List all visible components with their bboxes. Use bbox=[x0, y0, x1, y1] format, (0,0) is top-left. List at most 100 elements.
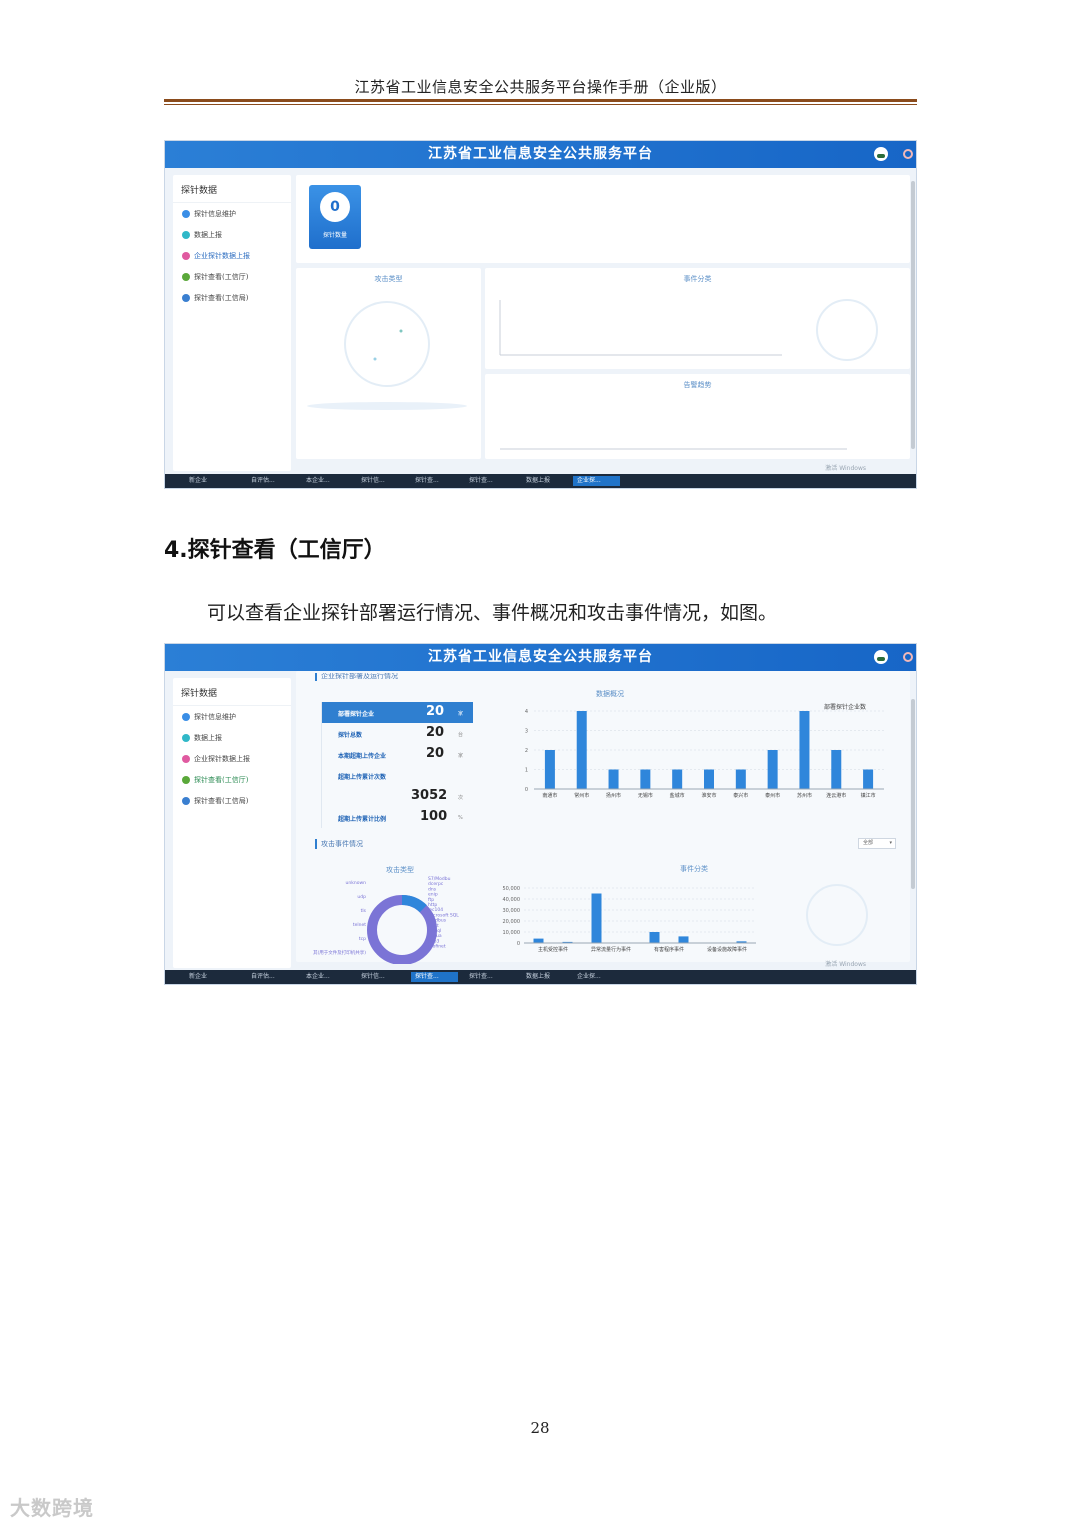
x-tick-label: 泰州市 bbox=[765, 792, 780, 799]
windows-activation-watermark: 激活 Windows bbox=[825, 961, 866, 968]
scrollbar[interactable] bbox=[911, 181, 915, 449]
sidebar-item-probe-info[interactable]: 探针信息维护 bbox=[173, 203, 291, 224]
slice-label: pop3 bbox=[428, 938, 439, 944]
taskbar-item[interactable]: 探针信... bbox=[357, 972, 407, 982]
filter-dropdown[interactable]: 全部 ▾ bbox=[858, 838, 896, 849]
taskbar-item[interactable]: 探针查... bbox=[411, 476, 461, 486]
stat-row: 超期上传累计比例 100% bbox=[338, 809, 463, 824]
event-category-bar-chart: 0 10,000 20,000 30,000 40,000 50,000 主机受控事件 异常流… bbox=[503, 886, 756, 953]
probe-stats-table: 部署探针企业 20 家 探针总数 20 台 本期超期上传企业 20 家 超期上传累计次数 3… bbox=[321, 702, 473, 828]
power-icon[interactable] bbox=[903, 149, 913, 159]
slice-label: dns bbox=[428, 886, 437, 892]
bar bbox=[649, 932, 660, 943]
stat-row: 部署探针企业 20 家 bbox=[322, 702, 473, 723]
power-icon[interactable] bbox=[903, 652, 913, 662]
attack-type-donut-chart: S7/Modbudcerpcdnsenipftphttpiec104Micros… bbox=[313, 876, 459, 964]
bar bbox=[608, 769, 619, 789]
slice-label: mssql bbox=[428, 928, 441, 934]
circle-icon bbox=[182, 796, 190, 805]
x-tick-label: 镇江市 bbox=[861, 792, 876, 799]
sidebar-item-data-report[interactable]: 数据上报 bbox=[173, 727, 291, 748]
circle-icon bbox=[182, 272, 190, 281]
circle-icon bbox=[182, 754, 190, 763]
header-rule-thick bbox=[164, 99, 917, 102]
body-paragraph: 可以查看企业探针部署运行情况、事件概况和攻击事件情况，如图。 bbox=[207, 602, 778, 624]
sidebar-item-probe-view-dept[interactable]: 探针查看(工信厅) bbox=[173, 769, 291, 790]
slice-label: 其(用于文件及打印机共享) bbox=[313, 949, 366, 956]
stat-row: 探针总数 20 台 bbox=[338, 725, 464, 740]
y-tick-label: 0 bbox=[525, 787, 528, 793]
circle-icon bbox=[182, 230, 190, 239]
stat-row: 3052 次 bbox=[411, 788, 464, 803]
slice-label: Microsoft SQL bbox=[428, 912, 459, 918]
user-icon[interactable] bbox=[874, 650, 888, 664]
taskbar-item-active[interactable]: 企业探... bbox=[573, 476, 620, 486]
section-heading: 4.探针查看（工信厅） bbox=[164, 538, 386, 563]
bar bbox=[863, 769, 874, 789]
sidebar-item-probe-info[interactable]: 探针信息维护 bbox=[173, 706, 291, 727]
taskbar-item[interactable]: 数据上报 bbox=[522, 972, 572, 982]
chevron-down-icon: ▾ bbox=[889, 840, 892, 846]
section-title-probe-deployment: 企业探针部署及运行情况 bbox=[315, 673, 398, 681]
sidebar-item-enterprise-probe-report[interactable]: 企业探针数据上报 bbox=[173, 245, 291, 266]
bar bbox=[735, 769, 746, 789]
probe-count-badge: 0 bbox=[320, 192, 350, 222]
scrollbar[interactable] bbox=[911, 699, 915, 889]
slice-label: profinet bbox=[428, 944, 446, 950]
app-titlebar: 江苏省工业信息安全公共服务平台 bbox=[165, 141, 916, 168]
x-tick-label: 淮安市 bbox=[701, 792, 716, 799]
sidebar-title: 探针数据 bbox=[173, 175, 291, 203]
sidebar-item-enterprise-probe-report[interactable]: 企业探针数据上报 bbox=[173, 748, 291, 769]
sidebar-item-probe-view-bureau[interactable]: 探针查看(工信局) bbox=[173, 790, 291, 811]
sidebar: 探针数据 探针信息维护 数据上报 企业探针数据上报 探针查看(工信厅) 探针查看… bbox=[173, 175, 291, 471]
taskbar-item[interactable]: 自评估... bbox=[247, 476, 297, 486]
event-category-panel: 事件分类 bbox=[485, 268, 910, 369]
stat-row: 超期上传累计次数 bbox=[338, 774, 387, 781]
x-tick-label: 常州市 bbox=[574, 792, 589, 799]
panel-title-event-category: 事件分类 bbox=[680, 865, 708, 873]
y-tick-label: 10,000 bbox=[503, 930, 521, 936]
taskbar-start[interactable]: 新企业 bbox=[189, 476, 207, 486]
slice-label: enip bbox=[428, 892, 438, 898]
x-tick-label: 南通市 bbox=[542, 792, 557, 799]
x-tick-label: 有害程序事件 bbox=[654, 946, 684, 953]
slice-label: unknown bbox=[346, 880, 367, 886]
corner-watermark-logo: 大数跨境 bbox=[10, 1496, 94, 1520]
taskbar-item[interactable]: 自评估... bbox=[247, 972, 297, 982]
circle-icon bbox=[182, 775, 190, 784]
x-tick-label: 盐城市 bbox=[670, 792, 685, 799]
taskbar-item[interactable]: 探针查... bbox=[465, 972, 515, 982]
user-icon[interactable] bbox=[874, 147, 888, 161]
probe-count-card[interactable]: 0 探针数量 bbox=[309, 185, 361, 249]
bar bbox=[544, 750, 555, 789]
probe-count-label: 探针数量 bbox=[322, 232, 347, 239]
section-title-attack-events: 攻击事件情况 bbox=[315, 839, 363, 849]
bar bbox=[831, 750, 842, 789]
sidebar-item-probe-view-dept[interactable]: 探针查看(工信厅) bbox=[173, 266, 291, 287]
taskbar-item[interactable]: 本企业... bbox=[302, 972, 352, 982]
taskbar-item[interactable]: 本企业... bbox=[302, 476, 352, 486]
app-titlebar: 江苏省工业信息安全公共服务平台 bbox=[165, 644, 916, 671]
x-tick-label: 苏州市 bbox=[797, 792, 812, 799]
taskbar-item[interactable]: 数据上报 bbox=[522, 476, 572, 486]
alert-trend-panel: 告警趋势 bbox=[485, 374, 910, 459]
page-number: 28 bbox=[530, 1419, 550, 1437]
slice-label: S7/Modbu bbox=[428, 876, 451, 882]
circle-icon bbox=[182, 251, 190, 260]
taskbar-start[interactable]: 新企业 bbox=[189, 972, 207, 982]
x-tick-label: 泰兴市 bbox=[733, 792, 748, 799]
alert-trend-empty-chart bbox=[500, 448, 847, 450]
x-tick-label: 扬州市 bbox=[606, 792, 621, 799]
slice-label: http bbox=[428, 902, 437, 908]
app-title: 江苏省工业信息安全公共服务平台 bbox=[428, 649, 653, 665]
sidebar-item-data-report[interactable]: 数据上报 bbox=[173, 224, 291, 245]
taskbar-item[interactable]: 探针信... bbox=[357, 476, 407, 486]
x-tick-label: 连云港市 bbox=[826, 792, 846, 799]
taskbar-item[interactable]: 企业探... bbox=[573, 972, 620, 982]
taskbar-item[interactable]: 探针查... bbox=[465, 476, 515, 486]
slice-label: iec104 bbox=[428, 907, 443, 913]
taskbar-item-active[interactable]: 探针查... bbox=[411, 972, 458, 982]
sidebar-item-probe-view-bureau[interactable]: 探针查看(工信局) bbox=[173, 287, 291, 308]
circle-icon bbox=[182, 209, 190, 218]
bar bbox=[799, 711, 810, 789]
